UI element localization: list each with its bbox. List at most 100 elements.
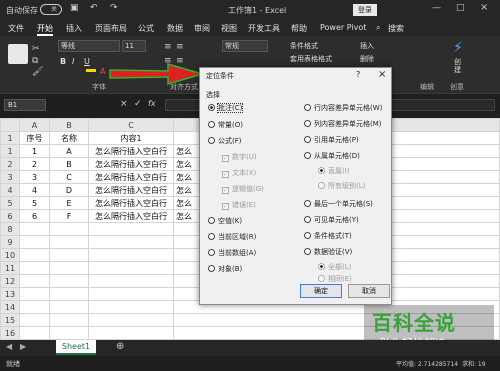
cell[interactable]: 5 xyxy=(19,196,50,210)
tab-developer[interactable]: 开发工具 xyxy=(248,23,280,34)
minimize-icon[interactable]: — xyxy=(432,3,441,13)
option-item[interactable]: 最后一个单元格(S) xyxy=(304,199,373,209)
cell[interactable] xyxy=(88,313,174,327)
radio-icon[interactable] xyxy=(208,217,215,224)
save-icon[interactable]: ▣ xyxy=(70,3,79,13)
option-item[interactable]: 常量(O) xyxy=(208,120,243,130)
login-button[interactable]: 登录 xyxy=(353,4,377,16)
paste-icon[interactable] xyxy=(8,44,28,64)
copy-icon[interactable]: ⧉ xyxy=(32,56,38,66)
row-header[interactable]: 15 xyxy=(0,313,20,327)
bold-icon[interactable]: B xyxy=(60,57,66,66)
option-item[interactable]: 公式(F) xyxy=(208,136,242,146)
add-sheet-icon[interactable]: ⊕ xyxy=(116,341,124,352)
italic-icon[interactable]: I xyxy=(72,57,74,66)
tab-insert[interactable]: 插入 xyxy=(66,23,82,34)
tab-page-layout[interactable]: 页面布局 xyxy=(95,23,127,34)
next-sheet-icon[interactable]: ▶ xyxy=(20,342,26,351)
cell[interactable] xyxy=(49,300,89,314)
cell[interactable]: 怎么隔行插入空白行 xyxy=(88,183,174,197)
option-item[interactable]: 直属(I) xyxy=(318,166,350,176)
cell[interactable]: A xyxy=(49,144,89,158)
radio-icon[interactable] xyxy=(208,265,215,272)
row-header[interactable]: 12 xyxy=(0,274,20,288)
cell[interactable] xyxy=(49,235,89,249)
radio-icon[interactable] xyxy=(304,232,311,239)
conditional-format-button[interactable]: 条件格式 xyxy=(290,41,318,51)
cell[interactable]: 内容1 xyxy=(88,131,174,145)
tab-review[interactable]: 审阅 xyxy=(194,23,210,34)
cell[interactable]: 怎么隔行插入空白行 xyxy=(88,196,174,210)
row-header[interactable]: 11 xyxy=(0,261,20,275)
option-item[interactable]: 列内容差异单元格(M) xyxy=(304,119,382,129)
cell[interactable]: 怎么隔行插入空白行 xyxy=(88,157,174,171)
cell[interactable] xyxy=(88,261,174,275)
cell[interactable] xyxy=(88,326,174,340)
row-header[interactable]: 8 xyxy=(0,222,20,236)
cell[interactable] xyxy=(88,222,174,236)
insert-cells-button[interactable]: 插入 xyxy=(360,41,374,51)
option-item[interactable]: 空值(K) xyxy=(208,216,242,226)
cell[interactable] xyxy=(19,300,50,314)
option-item[interactable]: ✓ 逻辑值(G) xyxy=(222,184,264,194)
cell[interactable]: 4 xyxy=(19,183,50,197)
number-format-select[interactable]: 常规 xyxy=(222,40,268,52)
cell[interactable] xyxy=(49,287,89,301)
delete-cells-button[interactable]: 删除 xyxy=(360,54,374,64)
cell[interactable]: D xyxy=(49,183,89,197)
ok-button[interactable]: 确定 xyxy=(300,284,342,298)
cell[interactable]: 1 xyxy=(19,144,50,158)
cell[interactable] xyxy=(19,274,50,288)
option-item[interactable]: 条件格式(T) xyxy=(304,231,352,241)
option-item[interactable]: 当前区域(R) xyxy=(208,232,256,242)
row-header[interactable]: 13 xyxy=(0,287,20,301)
tab-help[interactable]: 帮助 xyxy=(291,23,307,34)
radio-icon[interactable] xyxy=(304,216,311,223)
maximize-icon[interactable]: □ xyxy=(456,3,465,13)
format-painter-icon[interactable]: 🖌 xyxy=(32,67,43,77)
redo-icon[interactable]: ↷ xyxy=(110,3,118,13)
cancel-button[interactable]: 取消 xyxy=(348,284,390,298)
row-header[interactable]: 1 xyxy=(0,131,20,145)
column-header-c[interactable]: C xyxy=(88,118,174,132)
enter-formula-icon[interactable]: ✓ xyxy=(134,99,142,109)
cell[interactable] xyxy=(19,313,50,327)
cell[interactable] xyxy=(19,287,50,301)
radio-icon[interactable] xyxy=(304,152,311,159)
option-item[interactable]: ✓ 数字(U) xyxy=(222,152,257,162)
option-item[interactable]: 当前数组(A) xyxy=(208,248,256,258)
option-item[interactable]: ✓ 错误(E) xyxy=(222,200,256,210)
cell[interactable] xyxy=(19,222,50,236)
function-icon[interactable]: fx xyxy=(148,99,156,108)
tab-formulas[interactable]: 公式 xyxy=(138,23,154,34)
prev-sheet-icon[interactable]: ◀ xyxy=(6,342,12,351)
cell[interactable] xyxy=(88,300,174,314)
name-box[interactable]: B1 xyxy=(4,99,46,111)
column-header-b[interactable]: B xyxy=(49,118,89,132)
radio-icon[interactable] xyxy=(318,263,325,270)
cell[interactable] xyxy=(49,326,89,340)
autosave-toggle[interactable]: 关 xyxy=(40,4,62,15)
tab-home[interactable]: 开始 xyxy=(37,23,53,36)
cell[interactable]: 怎么隔行插入空白行 xyxy=(88,144,174,158)
radio-icon[interactable] xyxy=(208,137,215,144)
radio-icon[interactable] xyxy=(304,200,311,207)
radio-icon[interactable] xyxy=(208,249,215,256)
cell[interactable]: 2 xyxy=(19,157,50,171)
row-header[interactable]: 4 xyxy=(0,183,20,197)
font-color-icon[interactable]: A xyxy=(100,67,105,76)
align-top-icon[interactable]: ≡ xyxy=(164,42,172,52)
checkbox-icon[interactable]: ✓ xyxy=(222,203,229,210)
underline-icon[interactable]: U xyxy=(84,57,90,66)
cell[interactable] xyxy=(88,274,174,288)
cell[interactable]: C xyxy=(49,170,89,184)
undo-icon[interactable]: ↶ xyxy=(90,3,98,13)
radio-icon[interactable] xyxy=(318,182,325,189)
option-item[interactable]: 可见单元格(Y) xyxy=(304,215,359,225)
cut-icon[interactable]: ✂ xyxy=(32,44,40,54)
cell[interactable] xyxy=(19,248,50,262)
radio-icon[interactable] xyxy=(304,120,311,127)
cell[interactable]: 3 xyxy=(19,170,50,184)
fill-color-icon[interactable] xyxy=(86,69,96,72)
radio-icon[interactable] xyxy=(304,248,311,255)
